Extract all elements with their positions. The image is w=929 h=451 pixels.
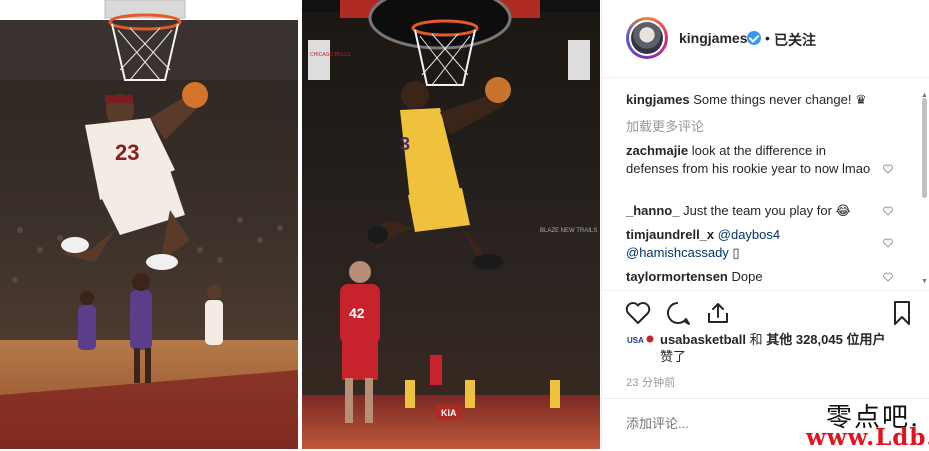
heart-icon[interactable] [883, 206, 893, 216]
right-jersey-number: 42 [349, 305, 365, 321]
caption-username[interactable]: kingjames [626, 92, 690, 107]
heart-icon[interactable] [883, 272, 893, 282]
likes-and: 和 [746, 332, 767, 347]
bookmark-icon[interactable] [888, 299, 916, 327]
arena-sign-right [568, 40, 590, 80]
post-image[interactable]: 23 CHICAGO BULLS BLAZE NEW TRAILS 3 42 K… [0, 0, 600, 449]
right-arena-banner: BLAZE NEW TRAILS [540, 228, 597, 234]
watermark-url: www.Ldb.cc [806, 424, 929, 451]
share-icon[interactable] [704, 299, 732, 327]
arena-sign-left [308, 40, 330, 80]
likes-others[interactable]: 其他 328,045 位用户 [766, 332, 885, 347]
comment-username[interactable]: timjaundrell_x [626, 227, 714, 242]
add-comment-input[interactable] [626, 412, 826, 435]
comment-username[interactable]: taylormortensen [626, 269, 728, 284]
load-more-comments[interactable]: 加载更多评论 [626, 116, 704, 135]
post-header: kingjames • 已关注 [602, 0, 929, 78]
caption-text: Some things never change! ♛ [693, 92, 867, 107]
scroll-down-arrow[interactable]: ▼ [921, 278, 928, 285]
comment-mention[interactable]: @hamishcassady [626, 245, 729, 260]
likes-summary: USA usabasketball 和 其他 328,045 位用户 赞了 [626, 331, 916, 367]
caption: kingjames Some things never change! ♛ [626, 91, 916, 109]
comment-username[interactable]: _hanno_ [626, 203, 679, 218]
comment-item: timjaundrell_x @daybos4 @hamishcassady ▯ [626, 226, 876, 262]
comment-item: _hanno_ Just the team you play for 😂 [626, 202, 886, 220]
heart-icon[interactable] [883, 238, 893, 248]
comment-item: zachmajie look at the difference in defe… [626, 142, 876, 178]
comment-item: taylormortensen Dope [626, 268, 876, 286]
liker-username[interactable]: usabasketball [660, 332, 746, 347]
avatar-image [631, 22, 663, 54]
comment-text: Dope [731, 269, 763, 284]
author-username[interactable]: kingjames [679, 30, 747, 46]
verified-icon [747, 31, 761, 45]
author-avatar[interactable] [626, 17, 668, 59]
comment-suffix: ▯ [728, 245, 740, 260]
comment-mention[interactable]: @daybos4 [718, 227, 780, 242]
comments-scrollbar[interactable] [922, 98, 927, 198]
usabasketball-avatar[interactable]: USA [626, 333, 654, 346]
svg-text:3: 3 [400, 134, 410, 154]
separator-dot: • [765, 30, 770, 46]
left-jersey-number: 23 [115, 140, 139, 165]
like-heart-icon[interactable] [624, 299, 652, 327]
heart-icon[interactable] [883, 164, 893, 174]
right-photo: CHICAGO BULLS BLAZE NEW TRAILS 3 42 KIA [302, 0, 600, 449]
court-logo: KIA [441, 408, 457, 418]
comments-list[interactable]: kingjames Some things never change! ♛ 加载… [602, 78, 929, 290]
comment-text: Just the team you play for 😂 [683, 203, 851, 218]
arena-sign-left-text: CHICAGO BULLS [310, 52, 351, 58]
following-button[interactable]: 已关注 [774, 30, 816, 50]
svg-text:USA: USA [627, 336, 644, 345]
action-bar [602, 290, 929, 335]
post-timestamp[interactable]: 23 分钟前 [626, 374, 676, 390]
comment-username[interactable]: zachmajie [626, 143, 688, 158]
comment-icon[interactable] [664, 299, 692, 327]
likes-liked: 赞了 [660, 349, 687, 364]
post-side-panel: kingjames • 已关注 kingjames Some things ne… [601, 0, 929, 449]
post-photo-collage: 23 CHICAGO BULLS BLAZE NEW TRAILS 3 42 K… [0, 0, 600, 449]
left-photo: 23 [0, 0, 298, 449]
